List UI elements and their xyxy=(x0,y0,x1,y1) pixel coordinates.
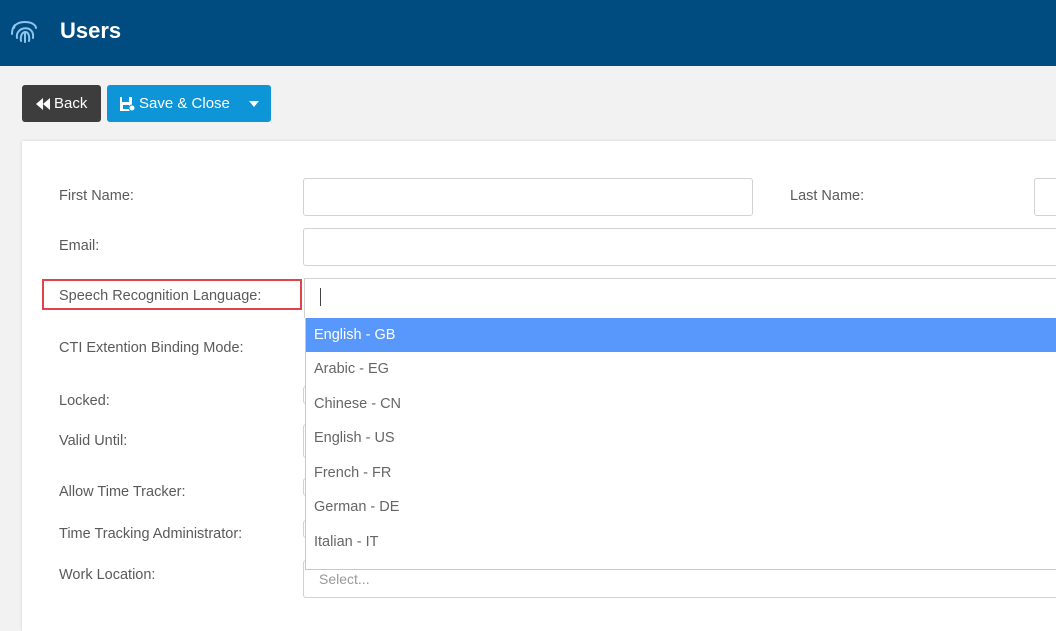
valid-until-label: Valid Until: xyxy=(59,433,128,449)
back-button[interactable]: Back xyxy=(22,85,101,122)
dropdown-option[interactable]: German - DE xyxy=(306,490,1056,524)
dropdown-option[interactable]: Arabic - EG xyxy=(306,352,1056,386)
time-tracking-admin-label: Time Tracking Administrator: xyxy=(59,526,243,542)
work-location-placeholder: Select... xyxy=(319,571,370,587)
save-close-label: Save & Close xyxy=(139,95,230,112)
dropdown-option[interactable]: French - FR xyxy=(306,456,1056,490)
first-name-input[interactable] xyxy=(303,178,753,216)
dropdown-option[interactable]: English - GB xyxy=(306,318,1056,352)
fingerprint-icon xyxy=(11,21,37,43)
last-name-label: Last Name: xyxy=(790,188,865,204)
last-name-input[interactable] xyxy=(1034,178,1056,216)
back-button-label: Back xyxy=(54,95,88,112)
cti-binding-label: CTI Extention Binding Mode: xyxy=(59,340,244,356)
email-label: Email: xyxy=(59,238,100,254)
dropdown-option[interactable]: Chinese - CN xyxy=(306,387,1056,421)
speech-language-label: Speech Recognition Language: xyxy=(59,288,262,304)
first-name-label: First Name: xyxy=(59,188,134,204)
app-header: Users xyxy=(0,0,1056,66)
double-left-icon xyxy=(36,97,50,110)
work-location-label: Work Location: xyxy=(59,567,156,583)
speech-language-search-input[interactable] xyxy=(304,278,1056,318)
text-cursor xyxy=(320,288,321,306)
locked-label: Locked: xyxy=(59,393,110,409)
save-options-dropdown-button[interactable] xyxy=(240,85,271,122)
save-close-button[interactable]: Save & Close xyxy=(107,85,240,122)
allow-time-tracker-label: Allow Time Tracker: xyxy=(59,484,186,500)
save-icon xyxy=(120,96,135,111)
speech-language-dropdown: English - GB Arabic - EG Chinese - CN En… xyxy=(305,318,1056,570)
dropdown-option[interactable]: English - US xyxy=(306,421,1056,455)
email-input[interactable] xyxy=(303,228,1056,266)
dropdown-option[interactable]: Italian - IT xyxy=(306,525,1056,559)
caret-down-icon xyxy=(248,100,259,107)
page-title: Users xyxy=(60,18,122,43)
